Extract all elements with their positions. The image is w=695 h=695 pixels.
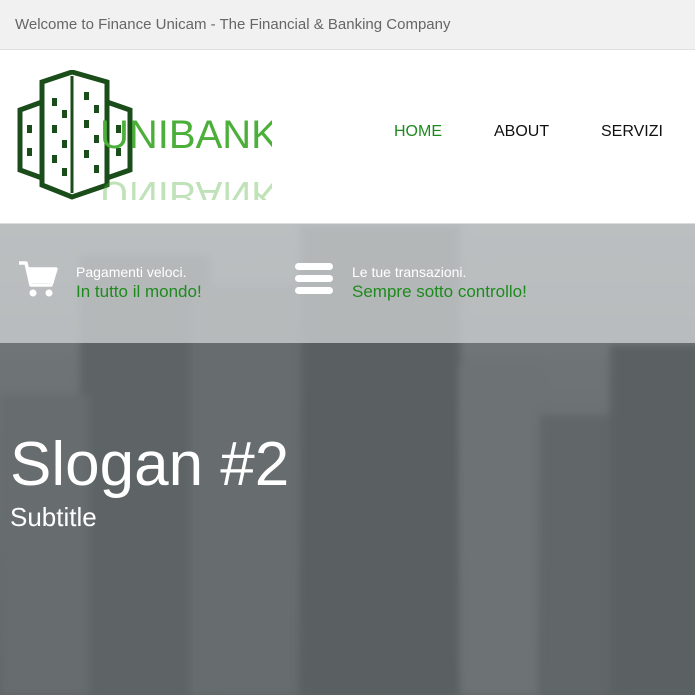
building-logo-icon: UNIBANK UNIBANK (17, 69, 278, 217)
feature-caption: Le tue transazioni. (352, 264, 467, 280)
brand-reflection: UNIBANK (100, 173, 272, 200)
top-bar: Welcome to Finance Unicam - The Financia… (0, 0, 695, 50)
unibank-logo[interactable]: UNIBANK UNIBANK (12, 69, 278, 217)
background-building (460, 365, 540, 695)
features-strip: Pagamenti veloci. In tutto il mondo! Le … (0, 224, 695, 343)
feature-caption: Pagamenti veloci. (76, 264, 187, 280)
hero-slogan: Slogan #2 (10, 430, 290, 499)
hero-section: Pagamenti veloci. In tutto il mondo! Le … (0, 224, 695, 695)
brand-text: UNIBANK (100, 113, 272, 157)
feature-headline: In tutto il mondo! (76, 282, 202, 301)
nav-servizi[interactable]: SERVIZI (601, 123, 663, 143)
nav-home[interactable]: HOME (394, 123, 442, 143)
site-header: UNIBANK UNIBANK HOME ABOUT SERVIZI (0, 50, 695, 224)
hero-subtitle: Subtitle (10, 502, 97, 532)
cart-icon (17, 259, 59, 304)
menu-lines-icon (295, 263, 333, 300)
welcome-text: Welcome to Finance Unicam - The Financia… (15, 16, 451, 33)
nav-about[interactable]: ABOUT (494, 123, 549, 143)
feature-headline: Sempre sotto controllo! (352, 282, 527, 301)
background-building (610, 345, 695, 695)
